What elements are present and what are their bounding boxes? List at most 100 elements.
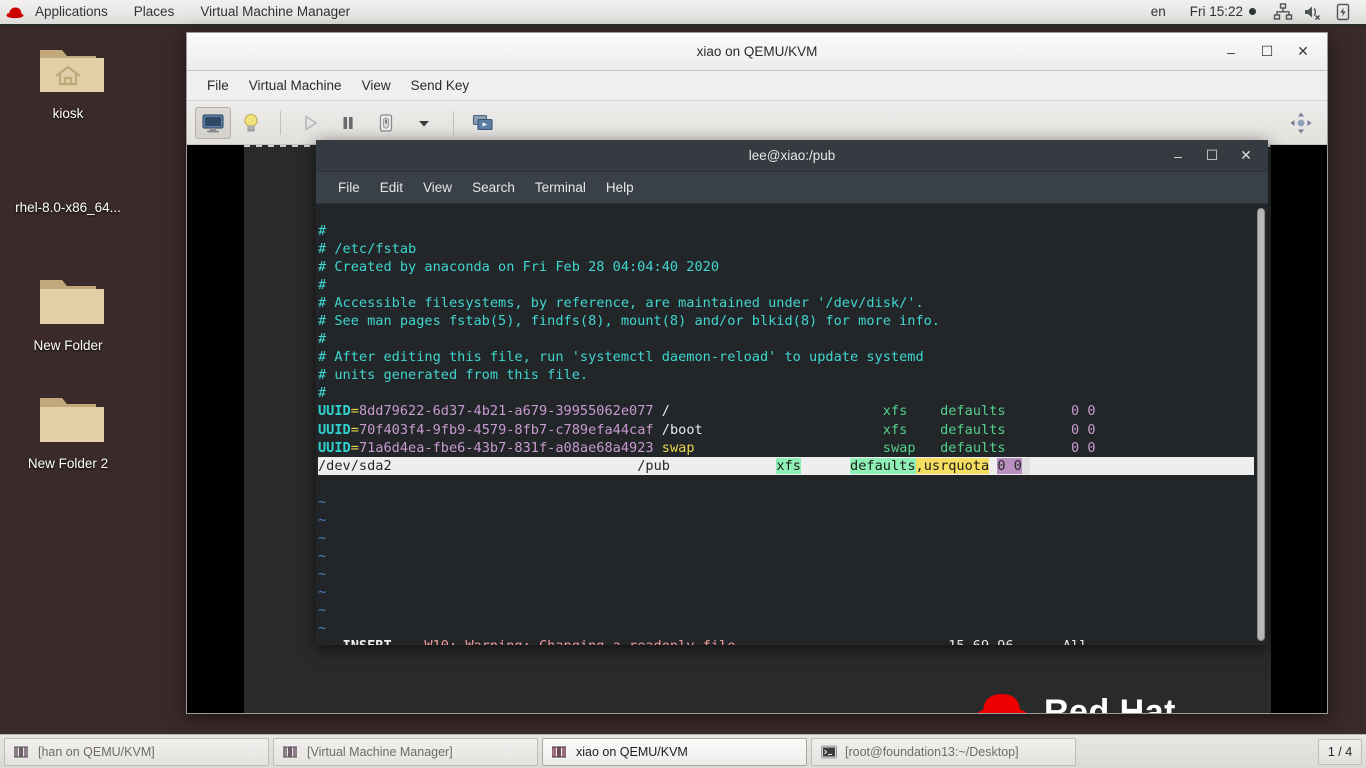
menu-virtual-machine-manager[interactable]: Virtual Machine Manager bbox=[187, 0, 363, 24]
fstab-comment-line: # bbox=[318, 277, 327, 294]
taskbar-item-xiao[interactable]: xiao on QEMU/KVM bbox=[542, 737, 807, 766]
close-button[interactable]: ✕ bbox=[1295, 43, 1311, 60]
selected-options-base: defaults bbox=[850, 457, 916, 474]
fstab-options: defaults bbox=[940, 403, 1006, 420]
fstab-fstype: xfs bbox=[882, 421, 908, 438]
fstab-uuid-value: 70f403f4-9fb9-4579-8fb7-c789efa44caf bbox=[358, 421, 654, 438]
details-view-button[interactable] bbox=[233, 107, 269, 139]
vim-empty-marker: ~ bbox=[318, 547, 327, 564]
fstab-mountpoint: swap bbox=[661, 439, 695, 456]
minimize-button[interactable]: – bbox=[1223, 44, 1239, 60]
vim-scroll-position: All bbox=[1063, 638, 1088, 645]
redhat-hat-icon bbox=[974, 688, 1034, 713]
fstab-dump-pass: 0 0 bbox=[1071, 421, 1096, 438]
vm-menu-view[interactable]: View bbox=[352, 75, 401, 97]
vim-warning-message: W10: Warning: Changing a readonly file bbox=[424, 638, 735, 645]
terminal-menu-file[interactable]: File bbox=[328, 177, 370, 199]
vm-window-titlebar[interactable]: xiao on QEMU/KVM – ☐ ✕ bbox=[187, 33, 1327, 71]
terminal-menu-help[interactable]: Help bbox=[596, 177, 644, 199]
taskbar-item-virtual-machine-manager[interactable]: [Virtual Machine Manager] bbox=[273, 737, 538, 766]
fstab-selected-row[interactable]: /dev/sda2 /pub xfs defaults,usrquota 0 0 bbox=[318, 456, 1254, 475]
terminal-title: lee@xiao:/pub bbox=[748, 148, 836, 163]
console-view-button[interactable] bbox=[195, 106, 231, 139]
vm-menu-send-key[interactable]: Send Key bbox=[401, 75, 480, 97]
terminal-close-button[interactable]: ✕ bbox=[1238, 147, 1254, 164]
menu-applications[interactable]: Applications bbox=[22, 0, 121, 24]
virt-viewer-icon bbox=[13, 744, 31, 760]
desktop-icon-kiosk[interactable]: kiosk bbox=[0, 40, 136, 122]
battery-icon[interactable] bbox=[1332, 2, 1354, 22]
fstab-fstype: xfs bbox=[882, 403, 908, 420]
snapshots-button[interactable] bbox=[465, 107, 501, 139]
terminal-menubar: File Edit View Search Terminal Help bbox=[316, 172, 1268, 204]
folder-icon bbox=[32, 390, 106, 450]
fullscreen-icon[interactable] bbox=[1283, 107, 1319, 139]
fstab-comment-line: # After editing this file, run 'systemct… bbox=[318, 349, 924, 366]
fstab-dump-pass: 0 0 bbox=[1071, 439, 1096, 456]
terminal-titlebar[interactable]: lee@xiao:/pub – ☐ ✕ bbox=[316, 140, 1268, 172]
fstab-options: defaults bbox=[940, 439, 1006, 456]
fstab-dump-pass: 0 0 bbox=[1071, 403, 1096, 420]
run-button[interactable] bbox=[292, 107, 328, 139]
vm-menubar: File Virtual Machine View Send Key bbox=[187, 71, 1327, 101]
shutdown-button[interactable] bbox=[368, 107, 404, 139]
vim-empty-marker: ~ bbox=[318, 565, 327, 582]
vim-editor-buffer[interactable]: # # /etc/fstab # Created by anaconda on … bbox=[316, 204, 1254, 645]
terminal-scrollbar[interactable] bbox=[1254, 204, 1268, 645]
gnome-top-panel: Applications Places Virtual Machine Mana… bbox=[0, 0, 1366, 26]
taskbar-item-label: [Virtual Machine Manager] bbox=[307, 744, 453, 759]
bottom-taskbar: [han on QEMU/KVM] [Virtual Machine Manag… bbox=[0, 734, 1366, 768]
terminal-menu-view[interactable]: View bbox=[413, 177, 462, 199]
menu-places[interactable]: Places bbox=[121, 0, 188, 24]
maximize-button[interactable]: ☐ bbox=[1259, 43, 1275, 60]
clock[interactable]: Fri 15:22 bbox=[1178, 0, 1268, 24]
fstab-equals: = bbox=[350, 421, 359, 438]
fstab-comment-line: # units generated from this file. bbox=[318, 367, 589, 384]
vm-menu-virtual-machine[interactable]: Virtual Machine bbox=[239, 75, 352, 97]
vim-mode-indicator: -- INSERT -- bbox=[318, 638, 416, 645]
volume-muted-icon[interactable] bbox=[1302, 2, 1324, 22]
vim-status-line: -- INSERT -- W10: Warning: Changing a re… bbox=[318, 638, 1087, 645]
pause-button[interactable] bbox=[330, 107, 366, 139]
vm-menu-file[interactable]: File bbox=[197, 75, 239, 97]
fstab-uuid-keyword: UUID bbox=[318, 439, 351, 456]
terminal-scrollbar-thumb[interactable] bbox=[1257, 208, 1265, 641]
desktop-icon-new-folder[interactable]: New Folder bbox=[0, 272, 136, 354]
desktop-icon-label: rhel-8.0-x86_64... bbox=[15, 200, 121, 215]
vim-empty-marker: ~ bbox=[318, 511, 327, 528]
terminal-body[interactable]: # # /etc/fstab # Created by anaconda on … bbox=[316, 204, 1268, 645]
terminal-menu-terminal[interactable]: Terminal bbox=[525, 177, 596, 199]
network-icon[interactable] bbox=[1272, 2, 1294, 22]
fstab-comment-line: # Created by anaconda on Fri Feb 28 04:0… bbox=[318, 259, 720, 276]
desktop-icon-label: New Folder 2 bbox=[27, 456, 109, 471]
desktop-icon-rhel-iso[interactable]: rhel-8.0-x86_64... bbox=[0, 200, 136, 216]
taskbar-item-label: [han on QEMU/KVM] bbox=[38, 744, 155, 759]
desktop-icon-new-folder-2[interactable]: New Folder 2 bbox=[0, 390, 136, 472]
keyboard-layout-indicator[interactable]: en bbox=[1139, 0, 1178, 24]
clock-label: Fri 15:22 bbox=[1189, 4, 1243, 19]
fstab-options: defaults bbox=[940, 421, 1006, 438]
gnome-terminal-window: lee@xiao:/pub – ☐ ✕ File Edit View Searc… bbox=[316, 140, 1268, 645]
vim-empty-marker: ~ bbox=[318, 620, 327, 637]
vim-empty-marker: ~ bbox=[318, 493, 327, 510]
vim-cursor-position: 15,69-96 bbox=[948, 638, 1013, 645]
workspace-indicator[interactable]: 1 / 4 bbox=[1318, 738, 1362, 765]
fstab-comment-line: # Accessible filesystems, by reference, … bbox=[318, 295, 924, 312]
folder-icon bbox=[32, 272, 106, 332]
taskbar-item-root-terminal[interactable]: [root@foundation13:~/Desktop] bbox=[811, 737, 1076, 766]
virt-viewer-icon bbox=[551, 744, 569, 760]
redhat-logo-icon bbox=[6, 5, 26, 19]
terminal-menu-search[interactable]: Search bbox=[462, 177, 525, 199]
guest-redhat-branding: Red Hat bbox=[974, 688, 1176, 713]
vim-empty-marker: ~ bbox=[318, 529, 327, 546]
terminal-icon bbox=[820, 744, 838, 760]
terminal-minimize-button[interactable]: – bbox=[1170, 148, 1186, 164]
fstab-comment-line: # bbox=[318, 223, 327, 239]
fstab-row: UUID=70f403f4-9fb9-4579-8fb7-c789efa44ca… bbox=[318, 422, 1096, 438]
terminal-maximize-button[interactable]: ☐ bbox=[1204, 147, 1220, 164]
terminal-menu-edit[interactable]: Edit bbox=[370, 177, 413, 199]
taskbar-item-han[interactable]: [han on QEMU/KVM] bbox=[4, 737, 269, 766]
vm-window-title: xiao on QEMU/KVM bbox=[696, 44, 818, 59]
home-folder-icon bbox=[32, 40, 106, 100]
shutdown-menu-button[interactable] bbox=[406, 107, 442, 139]
